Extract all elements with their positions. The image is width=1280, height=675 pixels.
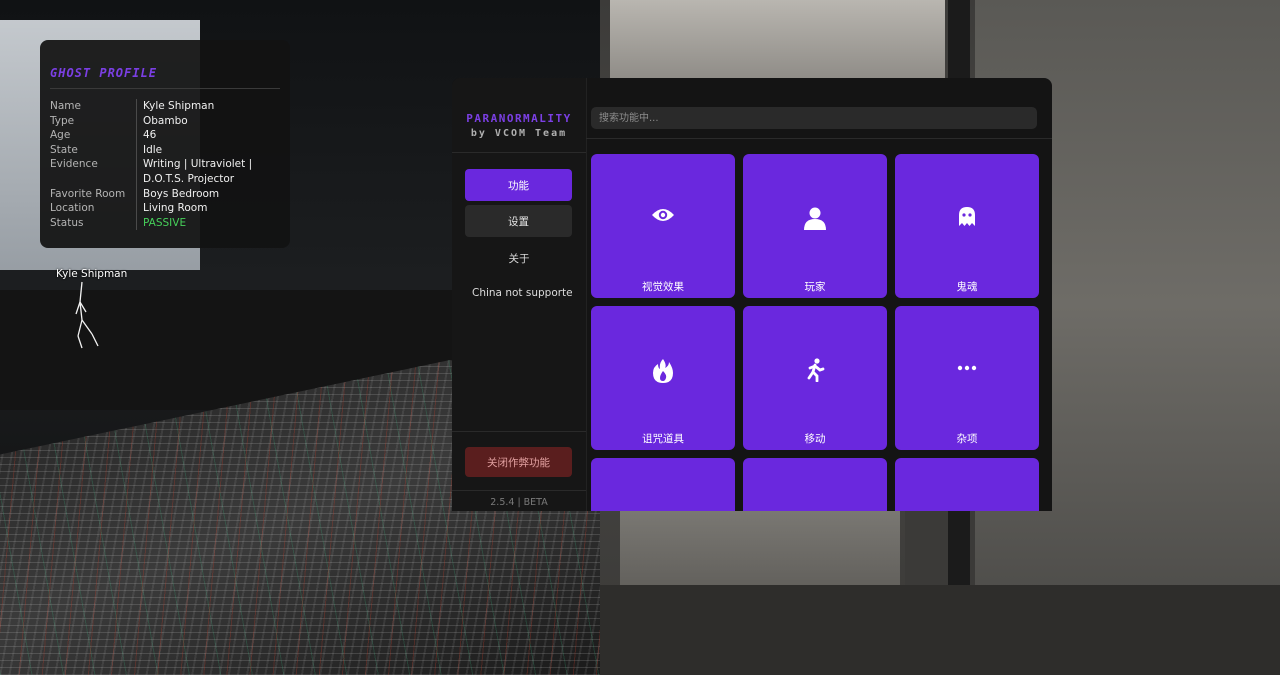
menu-brand: PARANORMALITY by VCOM Team	[452, 112, 586, 139]
nav-china-not-supported[interactable]: China not supported	[472, 287, 572, 299]
ghost-value: 46	[143, 129, 157, 142]
ghost-value: Obambo	[143, 114, 188, 127]
ghost-profile-panel: GHOST PROFILE Name Kyle Shipman Type Oba…	[40, 40, 290, 248]
tile-movement[interactable]: 移动	[743, 306, 887, 450]
running-icon	[743, 358, 887, 386]
tile-ghost[interactable]: 鬼魂	[895, 154, 1039, 298]
ghost-row-state: State Idle	[50, 142, 280, 158]
ghost-skeleton-esp	[75, 281, 99, 349]
header-divider	[586, 138, 1052, 139]
tile-label: 玩家	[804, 281, 826, 293]
ghost-row-name: Name Kyle Shipman	[50, 99, 280, 114]
tile-label: 移动	[804, 433, 826, 445]
tile-misc[interactable]: 杂项	[895, 306, 1039, 450]
version-label: 2.5.4 | BETA	[490, 497, 548, 508]
tile-cursed-items[interactable]: 诅咒道具	[591, 306, 735, 450]
ghost-row-favorite-room: Favorite Room Boys Bedroom	[50, 186, 280, 202]
tile-players[interactable]: 玩家	[743, 154, 887, 298]
ellipsis-icon	[895, 358, 1039, 382]
ghost-key: Name	[50, 99, 137, 114]
ghost-key: Status	[50, 215, 137, 231]
brand-subtitle: by VCOM Team	[470, 128, 568, 139]
nav-settings[interactable]: 设置	[465, 205, 572, 237]
ghost-key: Age	[50, 128, 137, 143]
ghost-value: Living Room	[143, 202, 208, 215]
ghost-status-value: PASSIVE	[143, 216, 187, 229]
nav-about[interactable]: 关于	[452, 251, 586, 266]
ghost-row-type: Type Obambo	[50, 113, 280, 129]
nav-features[interactable]: 功能	[465, 169, 572, 201]
ghost-icon	[895, 206, 1039, 232]
ghost-row-age: Age 46	[50, 128, 280, 143]
fire-icon	[591, 358, 735, 388]
ghost-value: Boys Bedroom	[143, 187, 220, 200]
eye-icon	[591, 206, 735, 228]
ghost-key: Type	[50, 113, 137, 129]
search-input[interactable]	[591, 107, 1037, 129]
tile-label: 杂项	[956, 433, 978, 445]
ghost-key: State	[50, 142, 137, 158]
ghost-esp-label: Kyle Shipman	[56, 268, 128, 280]
ghost-key: Location	[50, 201, 137, 216]
tile-label: 视觉效果	[642, 281, 684, 293]
sidebar-divider	[452, 152, 586, 153]
ghost-value: Writing | Ultraviolet | D.O.T.S. Project…	[143, 158, 253, 185]
ghost-key: Favorite Room	[50, 186, 137, 202]
wall-light-panel	[610, 0, 945, 80]
menu-sidebar: PARANORMALITY by VCOM Team 功能 设置 关于 Chin…	[452, 78, 587, 511]
ghost-row-status: Status PASSIVE	[50, 215, 280, 231]
tile-visuals[interactable]: 视觉效果	[591, 154, 735, 298]
user-icon	[743, 206, 887, 234]
ghost-row-location: Location Living Room	[50, 201, 280, 216]
ghost-key: Evidence	[50, 157, 137, 187]
sidebar-divider	[452, 490, 586, 491]
brand-title: PARANORMALITY	[466, 112, 572, 125]
floor	[600, 585, 1280, 675]
ghost-value: Idle	[143, 143, 163, 156]
ghost-row-evidence: Evidence Writing | Ultraviolet | D.O.T.S…	[50, 157, 280, 187]
ghost-value: Kyle Shipman	[143, 100, 215, 112]
tile-row3-1[interactable]	[591, 458, 735, 511]
tile-label: 诅咒道具	[642, 433, 684, 445]
disable-cheats-button[interactable]: 关闭作弊功能	[465, 447, 572, 477]
tile-row3-3[interactable]	[895, 458, 1039, 511]
tile-row3-2[interactable]	[743, 458, 887, 511]
ghost-profile-title: GHOST PROFILE	[50, 66, 280, 89]
tile-label: 鬼魂	[956, 281, 978, 293]
sidebar-divider	[452, 431, 586, 432]
cheat-menu-window: PARANORMALITY by VCOM Team 功能 设置 关于 Chin…	[452, 78, 1052, 511]
